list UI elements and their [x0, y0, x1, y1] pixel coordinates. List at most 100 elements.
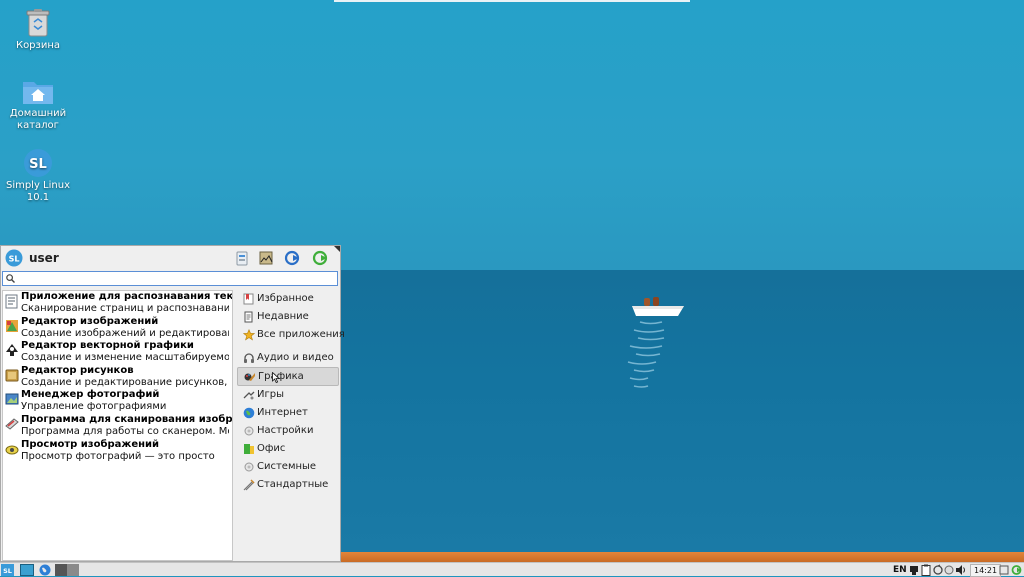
headphones-icon: [244, 353, 254, 364]
category-system[interactable]: Системные: [237, 458, 341, 476]
trash-icon: [26, 9, 50, 37]
recent-icon: [244, 311, 253, 323]
category-internet[interactable]: Интернет: [237, 404, 341, 422]
category-graphics[interactable]: Графика: [237, 367, 339, 386]
app-title: Редактор изображений: [21, 315, 159, 327]
workspace-2[interactable]: [67, 564, 79, 576]
globe-icon: [243, 407, 255, 419]
clipboard-icon[interactable]: [921, 564, 931, 576]
boat-image: [632, 297, 684, 316]
app-title: Приложение для распознавания текста: [21, 291, 232, 302]
logout-icon[interactable]: [312, 249, 330, 267]
menu-username: user: [29, 251, 59, 265]
category-label: Системные: [257, 461, 317, 473]
network-icon[interactable]: [909, 564, 919, 576]
games-icon: [243, 391, 255, 400]
category-settings[interactable]: Настройки: [237, 422, 341, 440]
category-list: Избранное Недавние Все приложения Аудио …: [237, 290, 345, 495]
search-icon: [6, 274, 15, 283]
mouse-pointer-icon: [272, 372, 280, 384]
category-label: Стандартные: [257, 479, 329, 491]
desktop-icon-simply-linux[interactable]: SL Simply Linux 10.1: [0, 148, 76, 204]
app-item-scanner[interactable]: Программа для сканирования изобра... Про…: [3, 414, 232, 439]
ocr-scanner-icon: [5, 294, 18, 309]
svg-text:SL: SL: [3, 567, 12, 575]
menu-search: [2, 271, 338, 286]
app-item-vector-editor[interactable]: Редактор векторной графики Создание и из…: [3, 340, 232, 365]
favorites-icon: [243, 293, 254, 305]
category-office[interactable]: Офис: [237, 440, 341, 458]
notifications-icon[interactable]: [944, 564, 954, 576]
app-description: Управление фотографиями: [21, 401, 167, 413]
clock[interactable]: 14:21: [970, 564, 1002, 577]
wallpaper-sky: [0, 0, 1024, 270]
update-icon[interactable]: [933, 564, 943, 576]
category-label: Аудио и видео: [257, 352, 334, 364]
app-title: Редактор векторной графики: [21, 340, 194, 352]
image-viewer-icon: [5, 445, 19, 455]
category-all-apps[interactable]: Все приложения: [237, 326, 345, 344]
start-menu-button[interactable]: SL: [1, 564, 14, 576]
accessories-icon: [243, 479, 255, 491]
desktop-icon-label: Домашний каталог: [9, 108, 67, 131]
boat-wake: [627, 321, 665, 388]
app-item-photo-manager[interactable]: Менеджер фотографий Управление фотографи…: [3, 389, 232, 414]
app-item-ocr[interactable]: Приложение для распознавания текста Скан…: [3, 291, 232, 316]
power-icon[interactable]: [1011, 564, 1023, 576]
category-label: Игры: [257, 388, 284, 400]
volume-icon[interactable]: [955, 564, 967, 576]
simply-linux-logo-icon: SL: [5, 249, 23, 267]
application-list: Приложение для распознавания текста Скан…: [2, 290, 233, 561]
category-label: Графика: [258, 371, 304, 383]
app-item-image-editor[interactable]: Редактор изображений Создание изображени…: [3, 316, 232, 341]
desktop-icon-label: Simply Linux 10.1: [5, 180, 71, 203]
app-title: Программа для сканирования изобра...: [21, 413, 232, 425]
category-label: Недавние: [257, 311, 309, 323]
scanner-icon: [5, 418, 19, 430]
home-folder-icon: [23, 82, 53, 104]
search-input[interactable]: [17, 272, 335, 285]
app-description: Программа для работы со сканером. Мож...: [21, 425, 229, 437]
show-desktop-icon[interactable]: [20, 564, 34, 576]
taskbar: SL EN 14:21: [0, 562, 1024, 577]
inkscape-icon: [6, 344, 18, 357]
settings-icon: [244, 426, 254, 436]
keyboard-layout-indicator[interactable]: EN: [893, 564, 907, 576]
workspace-1[interactable]: [55, 564, 67, 576]
app-title: Менеджер фотографий: [21, 389, 160, 401]
screenshot-icon[interactable]: [999, 564, 1009, 576]
simply-linux-logo-icon: SL: [24, 149, 52, 177]
app-description: Создание и изменение масштабируемой в...: [21, 352, 229, 364]
start-menu: SL user Приложение для распознавания тек…: [0, 245, 345, 562]
app-title: Редактор рисунков: [21, 364, 134, 376]
browser-icon[interactable]: [38, 564, 52, 576]
desktop-icon-trash[interactable]: Корзина: [0, 8, 76, 52]
app-item-image-viewer[interactable]: Просмотр изображений Просмотр фотографий…: [3, 439, 232, 464]
app-description: Создание изображений и редактировани...: [21, 327, 229, 339]
category-label: Избранное: [257, 293, 314, 304]
lock-screen-icon[interactable]: [257, 249, 275, 267]
desktop-icon-home[interactable]: Домашний каталог: [0, 76, 76, 132]
category-favorites[interactable]: Избранное: [237, 290, 341, 308]
star-icon: [243, 329, 255, 341]
switch-user-icon[interactable]: [284, 249, 302, 267]
paint-icon: [5, 369, 19, 382]
app-item-paint-editor[interactable]: Редактор рисунков Создание и редактирова…: [3, 365, 232, 390]
category-audio-video[interactable]: Аудио и видео: [237, 349, 341, 367]
category-label: Настройки: [257, 424, 314, 436]
category-label: Офис: [257, 443, 286, 455]
svg-text:SL: SL: [9, 255, 20, 264]
svg-text:SL: SL: [29, 157, 47, 172]
category-accessories[interactable]: Стандартные: [237, 476, 341, 494]
category-label: Все приложения: [257, 329, 345, 341]
system-icon: [244, 462, 254, 472]
settings-manager-icon[interactable]: [233, 249, 251, 267]
photo-manager-icon: [5, 393, 19, 405]
resize-grip-icon[interactable]: [334, 246, 340, 252]
app-description: Просмотр фотографий — это просто: [21, 450, 215, 462]
category-games[interactable]: Игры: [237, 386, 341, 404]
graphics-icon: [244, 373, 255, 382]
menu-header: SL user: [1, 246, 340, 270]
category-recent[interactable]: Недавние: [237, 308, 341, 326]
wallpaper-horizon-line: [334, 0, 690, 2]
